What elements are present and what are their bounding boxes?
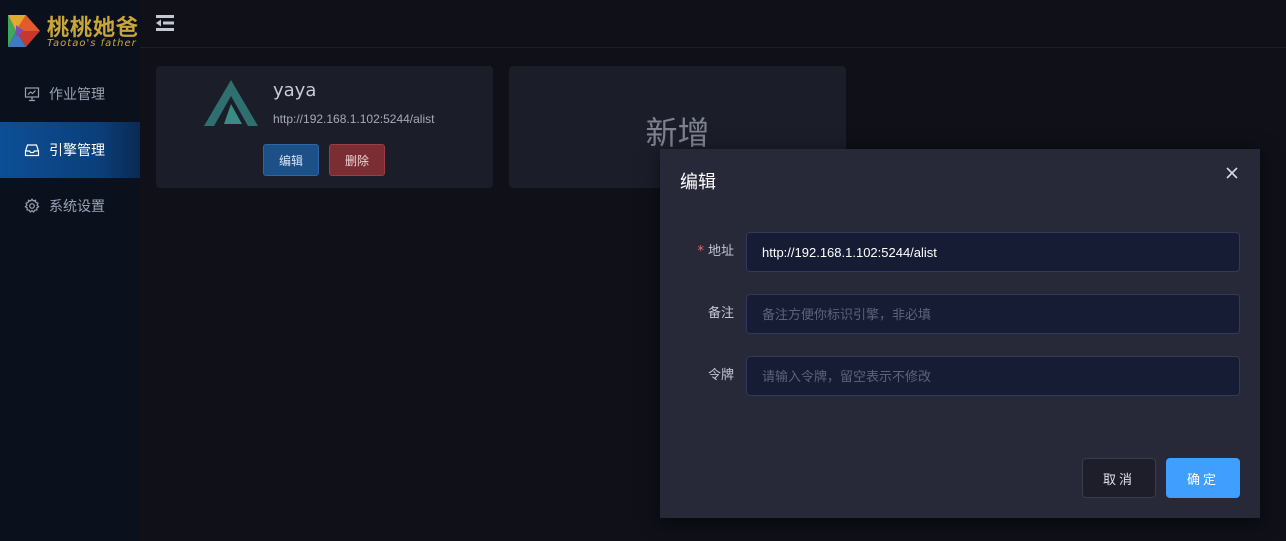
- sidebar-item-label: 作业管理: [49, 87, 105, 103]
- logo[interactable]: 桃桃她爸 Taotao's father: [0, 0, 140, 56]
- menu-fold-icon[interactable]: [154, 13, 176, 33]
- cancel-button[interactable]: 取消: [1082, 458, 1156, 498]
- top-bar: [140, 0, 1286, 48]
- address-input[interactable]: [746, 232, 1240, 272]
- sidebar-item-label: 引擎管理: [49, 143, 105, 159]
- required-mark: *: [697, 244, 704, 259]
- engine-name: yaya: [273, 80, 317, 101]
- token-label: 令牌: [707, 368, 734, 383]
- engine-url: http://192.168.1.102:5244/alist: [273, 112, 435, 126]
- logo-icon: [8, 15, 40, 47]
- token-input[interactable]: [746, 356, 1240, 396]
- delete-button[interactable]: 删除: [329, 144, 385, 176]
- dialog-title: 编辑: [680, 172, 716, 193]
- presentation-icon: [24, 86, 40, 102]
- add-label: 新增: [645, 114, 710, 152]
- engine-card: yaya http://192.168.1.102:5244/alist 编辑 …: [156, 66, 493, 188]
- sidebar: 桃桃她爸 Taotao's father 作业管理 引擎管理 系统设置: [0, 0, 140, 541]
- gear-icon: [24, 198, 40, 214]
- address-label: * 地址: [697, 244, 734, 259]
- inbox-icon: [24, 142, 40, 158]
- brand-subtitle: Taotao's father: [47, 38, 137, 49]
- sidebar-item-settings[interactable]: 系统设置: [0, 178, 140, 234]
- sidebar-item-label: 系统设置: [49, 199, 105, 215]
- sidebar-item-engines[interactable]: 引擎管理: [0, 122, 140, 178]
- remark-input[interactable]: [746, 294, 1240, 334]
- confirm-button[interactable]: 确定: [1166, 458, 1240, 498]
- sidebar-item-jobs[interactable]: 作业管理: [0, 66, 140, 122]
- alist-logo-icon: [204, 80, 258, 126]
- remark-row: 备注: [660, 294, 1260, 334]
- remark-label: 备注: [707, 306, 734, 321]
- token-row: 令牌: [660, 356, 1260, 396]
- close-icon[interactable]: [1224, 166, 1240, 184]
- edit-button[interactable]: 编辑: [263, 144, 319, 176]
- edit-dialog: 编辑 *地址 备注 令牌 取消 确定: [660, 149, 1260, 518]
- address-row: * 地址: [660, 232, 1260, 272]
